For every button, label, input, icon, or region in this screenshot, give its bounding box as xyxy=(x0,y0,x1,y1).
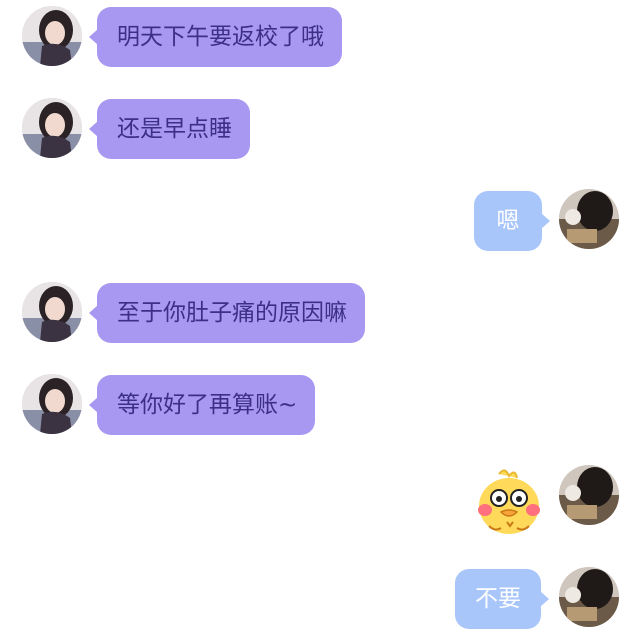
user-avatar[interactable] xyxy=(559,189,619,249)
message-bubble[interactable]: 嗯 xyxy=(474,191,550,251)
user-avatar[interactable] xyxy=(559,567,619,627)
contact-avatar[interactable] xyxy=(22,98,82,158)
message-bubble[interactable]: 不要 xyxy=(455,569,549,629)
message-text: 等你好了再算账~ xyxy=(117,392,298,418)
message-text: 嗯 xyxy=(496,208,520,234)
contact-avatar[interactable] xyxy=(22,374,82,434)
contact-avatar[interactable] xyxy=(22,6,82,66)
message-text: 明天下午要返校了哦 xyxy=(117,24,324,50)
message-bubble[interactable]: 明天下午要返校了哦 xyxy=(89,7,342,67)
message-bubble[interactable]: 等你好了再算账~ xyxy=(88,375,316,435)
contact-avatar[interactable] xyxy=(22,282,82,342)
user-avatar[interactable] xyxy=(559,465,619,525)
message-text: 不要 xyxy=(475,586,521,612)
message-text: 还是早点睡 xyxy=(117,116,232,142)
message-bubble[interactable]: 还是早点睡 xyxy=(89,99,250,159)
chat-thread: 明天下午要返校了哦 还是早点睡 嗯 至于你肚子痛的原因嘛 等你好了再算账~ 不要 xyxy=(0,0,640,642)
message-text: 至于你肚子痛的原因嘛 xyxy=(117,300,347,326)
message-bubble[interactable]: 至于你肚子痛的原因嘛 xyxy=(89,283,365,343)
crying-duck-sticker[interactable] xyxy=(471,462,547,538)
